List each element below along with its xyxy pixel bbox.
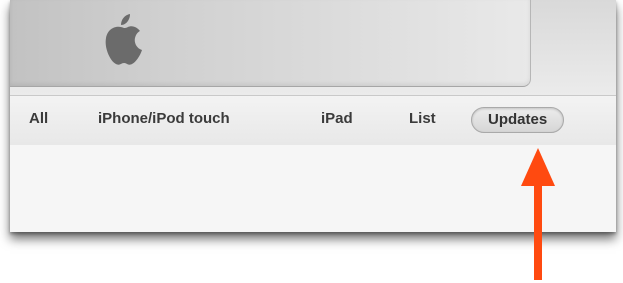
category-tab-bar: All iPhone/iPod touch iPad List Updates [10,95,616,146]
tab-list[interactable]: List [409,108,436,130]
store-banner [10,0,531,87]
tab-all[interactable]: All [29,108,48,130]
apple-logo-icon [105,14,142,65]
tab-ipad[interactable]: iPad [321,108,353,130]
tab-updates[interactable]: Updates [471,107,565,133]
tab-iphone-ipod-touch[interactable]: iPhone/iPod touch [98,108,230,130]
arrow-up-icon [521,148,555,280]
header [10,0,616,95]
